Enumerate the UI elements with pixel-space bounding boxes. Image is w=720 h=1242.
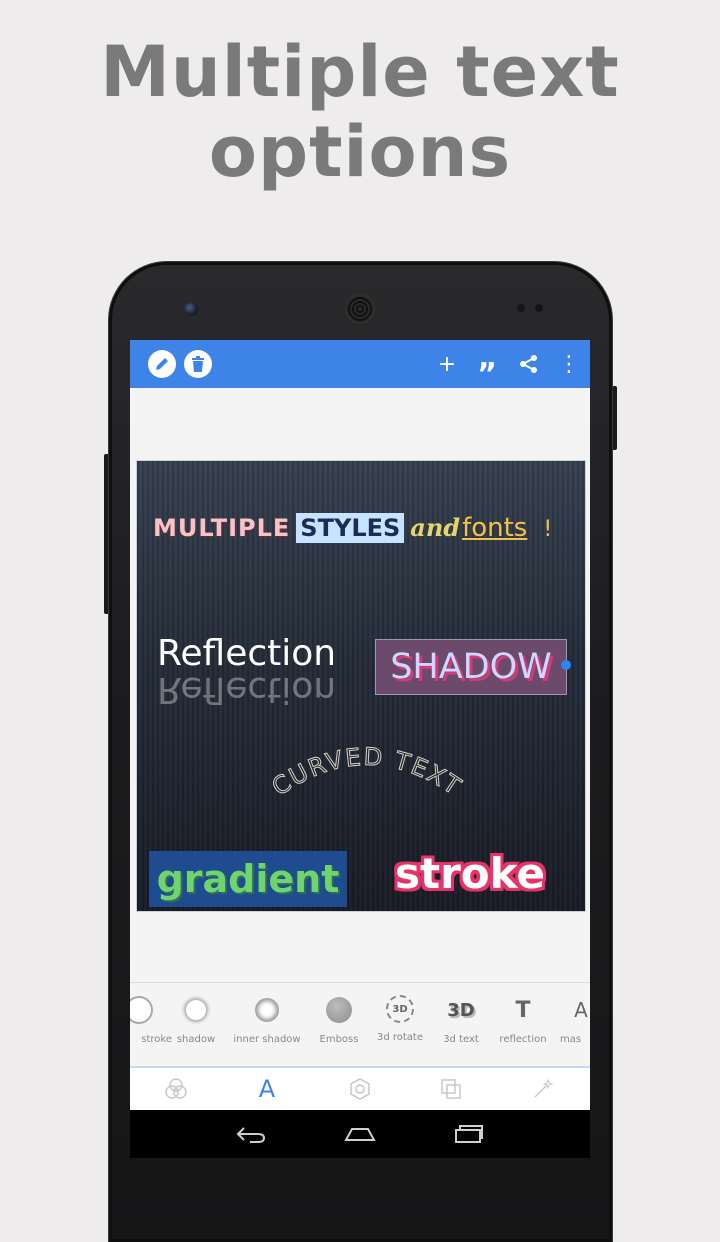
tab-layers[interactable]: [436, 1074, 466, 1104]
text-canvas[interactable]: MULTIPLE STYLES andfonts! Reflection Refle…: [136, 460, 586, 912]
tab-shape[interactable]: [345, 1074, 375, 1104]
pencil-icon: [156, 358, 168, 370]
shadow-circle-icon: [181, 995, 211, 1025]
3d-text-icon: 3D: [446, 995, 476, 1025]
3d-text-glyph: 3D: [447, 999, 475, 1021]
text-exclamation[interactable]: !: [543, 517, 552, 542]
front-camera: [184, 302, 198, 316]
text-gradient: gradient: [156, 857, 340, 901]
emboss-circle-icon: [324, 995, 354, 1025]
tool-label: shadow: [176, 1034, 216, 1045]
headline: Multiple text options: [0, 32, 720, 192]
home-icon: [344, 1128, 376, 1141]
overflow-menu-button[interactable]: ⋮: [555, 350, 583, 378]
inner-shadow-circle-icon: [252, 995, 282, 1025]
trash-icon: [192, 356, 204, 372]
app-screen: + ” ⋮ MULTIPLE STYLES andfonts! Reflection…: [130, 340, 590, 1158]
resize-handle[interactable]: [561, 660, 571, 670]
text-tab-icon: A: [258, 1075, 276, 1103]
styles-line: MULTIPLE STYLES andfonts!: [153, 513, 552, 543]
headline-line2: options: [208, 111, 512, 193]
3d-rotate-glyph: 3D: [392, 1003, 408, 1015]
text-stroke[interactable]: stroke: [395, 849, 545, 898]
mask-glyph: A: [574, 998, 588, 1022]
tool-mask[interactable]: A mas: [544, 995, 590, 1045]
add-button[interactable]: +: [433, 350, 461, 378]
share-icon: [520, 355, 537, 373]
3d-rotate-icon: 3D: [386, 995, 414, 1023]
text-multiple[interactable]: MULTIPLE: [153, 514, 290, 542]
text-gradient-box[interactable]: gradient: [149, 851, 347, 907]
tab-magic[interactable]: [528, 1074, 558, 1104]
more-vertical-icon: ⋮: [558, 351, 580, 377]
layers-tab-icon: [441, 1079, 461, 1099]
tool-shadow[interactable]: shadow: [159, 995, 233, 1045]
text-curved[interactable]: CURVED TEXT: [237, 746, 497, 826]
proximity-sensor: [517, 304, 525, 312]
shape-tab-icon: [350, 1078, 370, 1100]
nav-recents-button[interactable]: [452, 1122, 486, 1146]
edit-button[interactable]: [148, 350, 176, 378]
delete-button[interactable]: [184, 350, 212, 378]
stroke-circle-icon: [130, 995, 154, 1025]
text-effects-strip: stroke shadow inner shadow Emboss 3D 3d …: [130, 982, 590, 1067]
tab-filters[interactable]: [161, 1074, 191, 1104]
text-and[interactable]: and: [410, 513, 460, 542]
earpiece-speaker: [345, 294, 375, 324]
power-button: [612, 386, 617, 450]
text-reflection-mirror: Reflection: [157, 669, 337, 710]
share-button[interactable]: [515, 350, 543, 378]
system-nav-bar: [130, 1110, 590, 1158]
tool-inner-shadow[interactable]: inner shadow: [230, 995, 304, 1045]
text-shadow: SHADOW: [390, 647, 552, 687]
plus-icon: +: [437, 351, 457, 377]
reflection-glyph: T: [515, 997, 531, 1023]
tool-label: inner shadow: [233, 1034, 301, 1045]
tab-text[interactable]: A: [252, 1074, 282, 1104]
filters-tab-icon: [165, 1078, 187, 1099]
text-reflection[interactable]: Reflection: [157, 633, 336, 674]
text-fonts[interactable]: fonts: [462, 513, 527, 543]
quote-button[interactable]: ”: [473, 350, 501, 392]
back-icon: [236, 1127, 266, 1143]
headline-line1: Multiple text: [100, 31, 620, 113]
curved-text-path: CURVED TEXT: [266, 746, 465, 802]
quote-icon: ”: [477, 356, 497, 392]
magic-wand-tab-icon: [534, 1078, 554, 1098]
reflection-icon: T: [508, 995, 538, 1025]
text-shadow-selected[interactable]: SHADOW: [375, 639, 567, 695]
light-sensor: [535, 304, 543, 312]
app-toolbar: + ” ⋮: [130, 340, 590, 392]
nav-home-button[interactable]: [343, 1122, 377, 1146]
svg-text:CURVED TEXT: CURVED TEXT: [267, 746, 467, 801]
recents-icon: [455, 1125, 483, 1143]
bottom-tab-bar: A: [130, 1068, 590, 1110]
nav-back-button[interactable]: [234, 1122, 268, 1146]
tool-label: mas: [560, 1034, 582, 1045]
text-styles[interactable]: STYLES: [296, 513, 405, 543]
mask-icon: A: [566, 995, 590, 1025]
